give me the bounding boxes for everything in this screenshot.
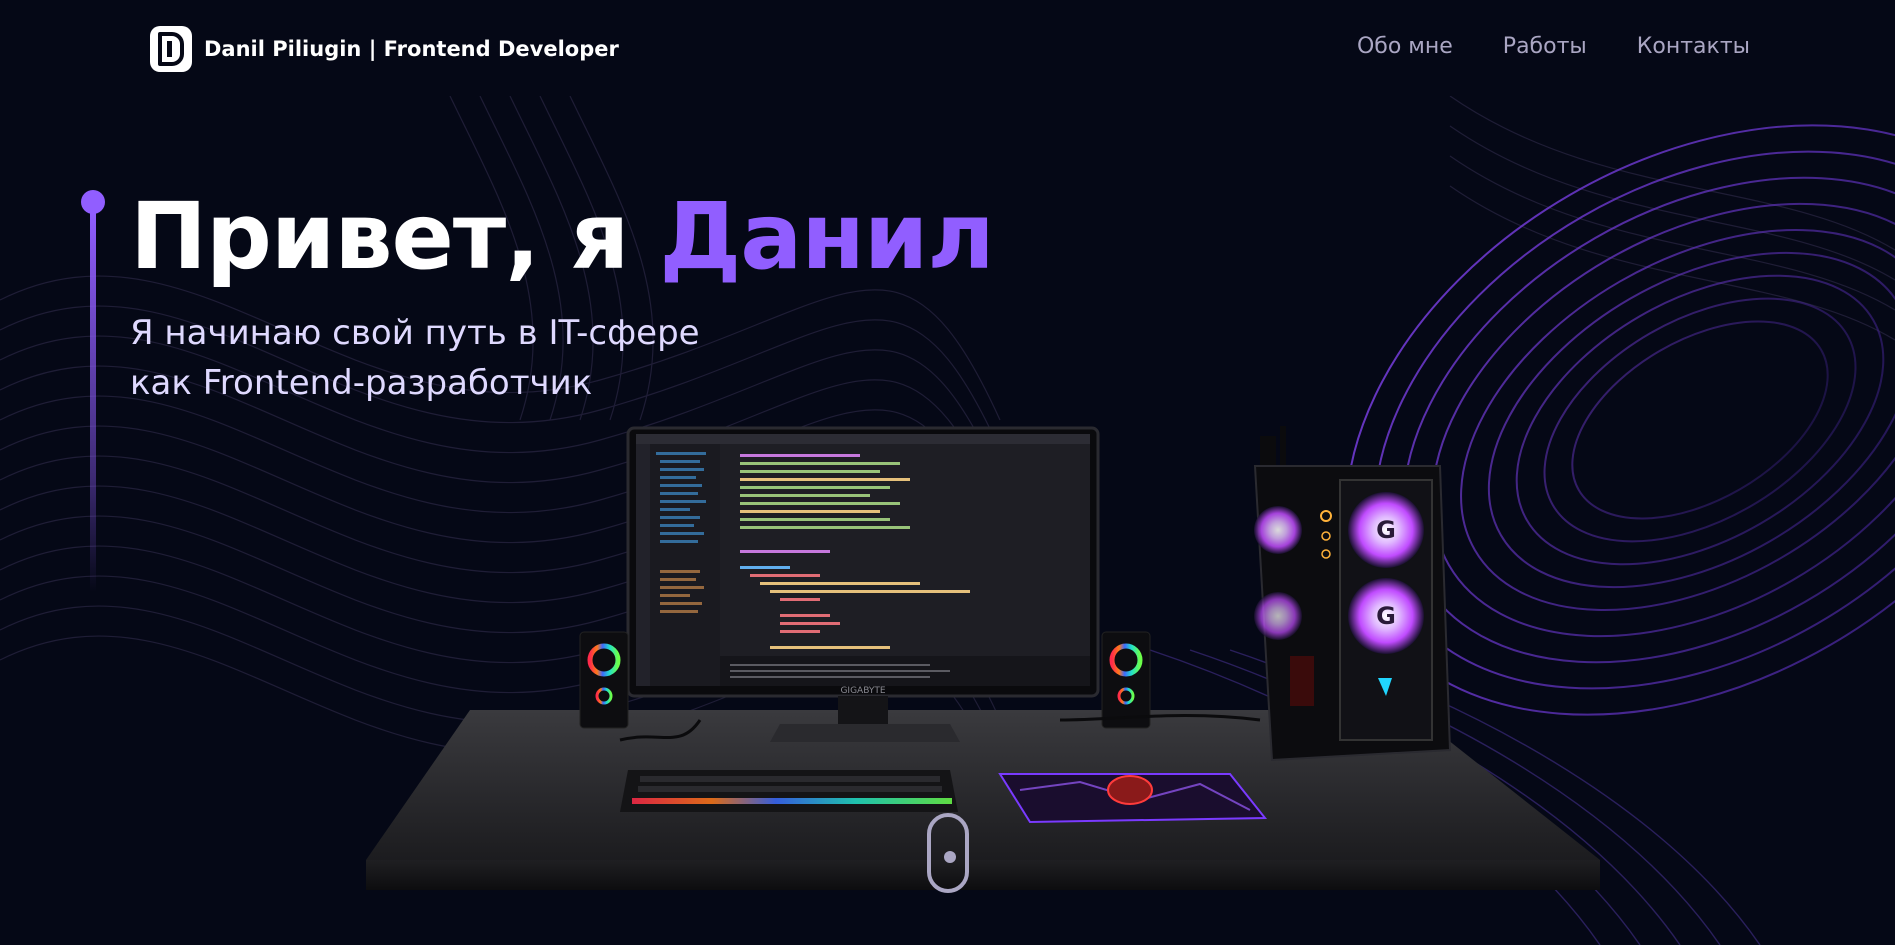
hero-title: Привет, я Данил <box>130 182 995 292</box>
svg-text:G: G <box>1376 602 1396 630</box>
monitor-stand <box>770 724 960 742</box>
hero-subtitle-line1: Я начинаю свой путь в IT-сфере <box>130 313 700 353</box>
hero-dot <box>81 190 105 214</box>
nav-links: Обо мне Работы Контакты <box>1357 34 1750 59</box>
nav-link-contacts[interactable]: Контакты <box>1637 34 1750 59</box>
scroll-mouse-icon[interactable] <box>927 813 969 893</box>
hero-subtitle: Я начинаю свой путь в IT-сфере как Front… <box>130 308 850 408</box>
hero-decoration <box>81 190 105 610</box>
computer-desk-3d-canvas[interactable]: GIGABYTE G G <box>360 420 1620 890</box>
brand-name: Danil Piliugin | Frontend Developer <box>204 37 619 61</box>
page: Danil Piliugin | Frontend Developer Обо … <box>0 0 1895 945</box>
hero-subtitle-line2: как Frontend-разработчик <box>130 363 593 403</box>
monitor-brand-label: GIGABYTE <box>840 686 885 696</box>
mouse <box>1107 775 1153 805</box>
hero-title-name: Данил <box>659 183 994 290</box>
logo-icon <box>150 26 192 72</box>
brand-link[interactable]: Danil Piliugin | Frontend Developer <box>150 26 619 72</box>
navbar: Danil Piliugin | Frontend Developer Обо … <box>0 0 1895 96</box>
nav-link-works[interactable]: Работы <box>1503 34 1587 59</box>
scroll-dot <box>944 851 956 863</box>
svg-text:G: G <box>1376 516 1396 544</box>
hero-title-prefix: Привет, я <box>130 183 660 290</box>
desk-front <box>366 860 1600 890</box>
hero-line <box>90 212 96 592</box>
nav-link-about[interactable]: Обо мне <box>1357 34 1453 59</box>
